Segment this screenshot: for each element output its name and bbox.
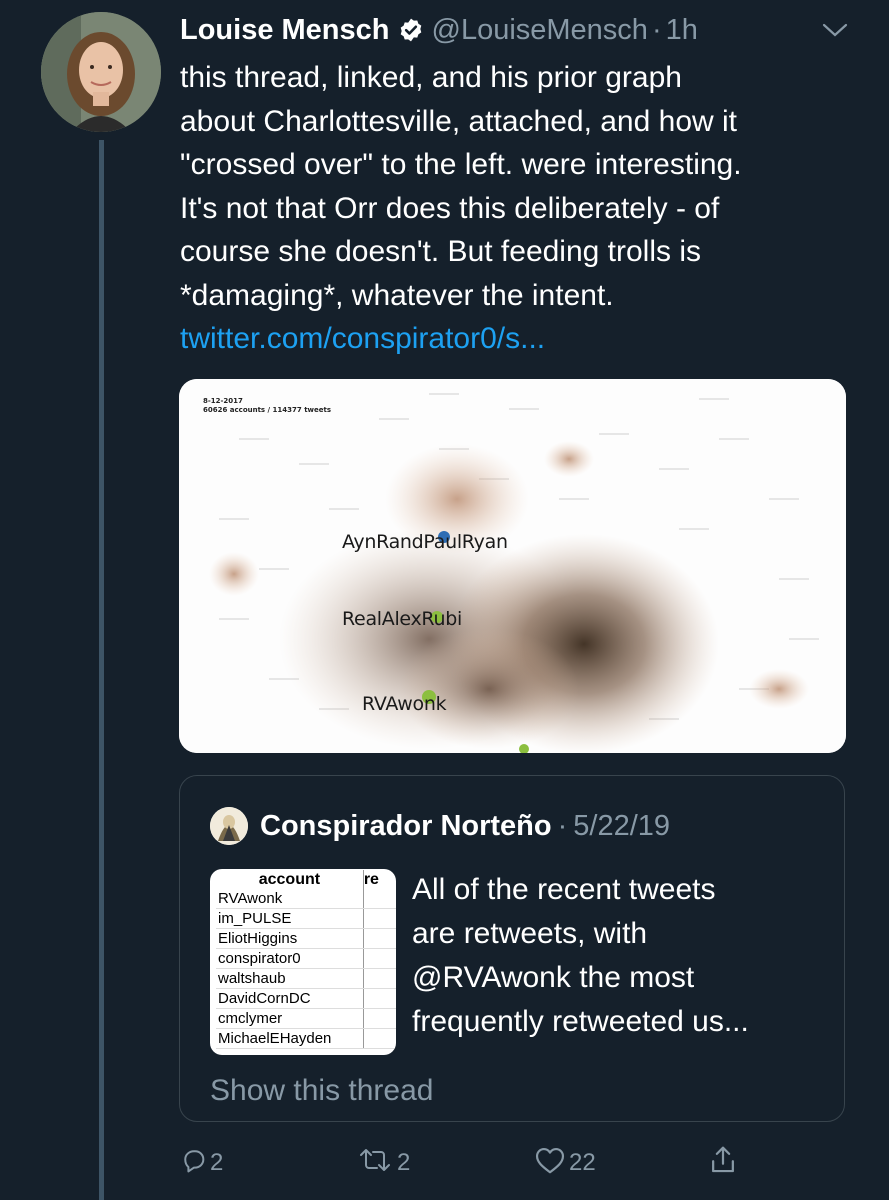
table-cell: waltshaub xyxy=(216,968,364,989)
table-row: EliotHiggins xyxy=(216,928,396,949)
retweet-count: 2 xyxy=(397,1149,411,1176)
table-header: account xyxy=(216,870,364,889)
quoted-tweet-header: Conspirador Norteño · 5/22/19 xyxy=(210,806,670,846)
quoted-author-name[interactable]: Conspirador Norteño xyxy=(260,810,552,843)
table-row: cmclymer xyxy=(216,1008,396,1029)
table-cell: im_PULSE xyxy=(216,908,364,929)
retweet-button[interactable]: 2 xyxy=(355,1145,410,1181)
graph-node-label: RealAlexRubi xyxy=(342,608,462,630)
table-cell: EliotHiggins xyxy=(216,928,364,949)
tweet[interactable]: Louise Mensch @LouiseMensch · 1h this th… xyxy=(0,0,889,1200)
graph-metadata: 8-12-2017 60626 accounts / 114377 tweets xyxy=(203,397,331,415)
graph-stats: 60626 accounts / 114377 tweets xyxy=(203,406,332,414)
separator-dot: · xyxy=(651,13,662,46)
show-thread-link[interactable]: Show this thread xyxy=(210,1074,433,1108)
quoted-text-line: are retweets, with xyxy=(412,917,648,950)
verified-badge-icon xyxy=(398,17,424,43)
tweet-text-line: about Charlottesville, attached, and how… xyxy=(180,104,738,138)
graph-node-label: AynRandPaulRyan xyxy=(342,531,508,553)
network-graph-drawing xyxy=(179,379,846,753)
tweet-text-line: course she doesn't. But feeding trolls i… xyxy=(180,235,702,268)
share-button[interactable] xyxy=(708,1145,740,1181)
table-cell xyxy=(363,889,396,909)
table-cell xyxy=(363,928,396,949)
table-header: re xyxy=(363,871,379,888)
like-icon xyxy=(533,1145,569,1182)
table-cell: DavidCornDC xyxy=(216,988,364,1009)
share-icon xyxy=(708,1144,740,1183)
table-cell: conspirator0 xyxy=(216,948,364,969)
author-handle[interactable]: @LouiseMensch xyxy=(432,14,648,47)
table-cell xyxy=(363,948,396,969)
table-row: waltshaub xyxy=(216,968,396,989)
reply-count: 2 xyxy=(210,1149,224,1176)
quoted-table-image[interactable]: account re RVAwonk im_PULSE EliotHiggins… xyxy=(210,869,396,1055)
table-cell xyxy=(363,908,396,929)
table-cell xyxy=(363,968,396,989)
table-cell xyxy=(363,988,396,1009)
table-row: im_PULSE xyxy=(216,908,396,929)
tweet-text-line: this thread, linked, and his prior graph xyxy=(180,61,682,94)
like-count: 22 xyxy=(569,1149,596,1176)
chevron-down-icon[interactable] xyxy=(820,18,850,42)
author-name[interactable]: Louise Mensch xyxy=(180,14,390,47)
quoted-tweet-text: All of the recent tweets are retweets, w… xyxy=(412,868,832,1044)
author-avatar[interactable] xyxy=(41,12,161,132)
quoted-text-line: @RVAwonk the most xyxy=(412,961,695,994)
attached-network-graph-image[interactable]: 8-12-2017 60626 accounts / 114377 tweets… xyxy=(179,379,846,753)
tweet-link[interactable]: twitter.com/conspirator0/s... xyxy=(180,317,870,361)
tweet-text-line: *damaging*, whatever the intent. xyxy=(180,278,614,312)
tweet-body: this thread, linked, and his prior graph… xyxy=(180,56,870,361)
table-row: RVAwonk xyxy=(216,889,396,909)
tweet-text-line: "crossed over" to the left. were interes… xyxy=(180,148,742,181)
like-button[interactable]: 22 xyxy=(533,1145,596,1181)
table-cell: MichaelEHayden xyxy=(216,1028,364,1049)
thread-connector-line xyxy=(99,140,104,1200)
quoted-text-line: All of the recent tweets xyxy=(412,873,716,906)
table-row: DavidCornDC xyxy=(216,988,396,1009)
graph-date: 8-12-2017 xyxy=(203,397,243,405)
retweet-icon xyxy=(355,1146,397,1181)
reply-button[interactable]: 2 xyxy=(180,1145,223,1181)
quoted-author-avatar xyxy=(210,807,248,845)
tweet-header: Louise Mensch @LouiseMensch · 1h xyxy=(180,10,849,50)
table-cell xyxy=(363,1008,396,1029)
accounts-table: account re RVAwonk im_PULSE EliotHiggins… xyxy=(216,870,396,1049)
quoted-tweet-date[interactable]: 5/22/19 xyxy=(573,810,670,843)
tweet-actions: 2 2 22 xyxy=(180,1145,760,1185)
table-cell: RVAwonk xyxy=(216,889,364,909)
separator-dot: · xyxy=(557,809,568,842)
tweet-text-line: It's not that Orr does this deliberately… xyxy=(180,191,720,225)
quoted-tweet[interactable]: Conspirador Norteño · 5/22/19 account re… xyxy=(179,775,845,1122)
reply-icon xyxy=(180,1146,210,1181)
quoted-text-line: frequently retweeted us... xyxy=(412,1005,749,1038)
table-cell: cmclymer xyxy=(216,1008,364,1029)
table-row: MichaelEHayden xyxy=(216,1028,396,1049)
table-row: conspirator0 xyxy=(216,948,396,969)
graph-node-label: RVAwonk xyxy=(362,693,447,715)
tweet-timestamp[interactable]: 1h xyxy=(666,14,698,47)
table-cell xyxy=(363,1028,396,1049)
